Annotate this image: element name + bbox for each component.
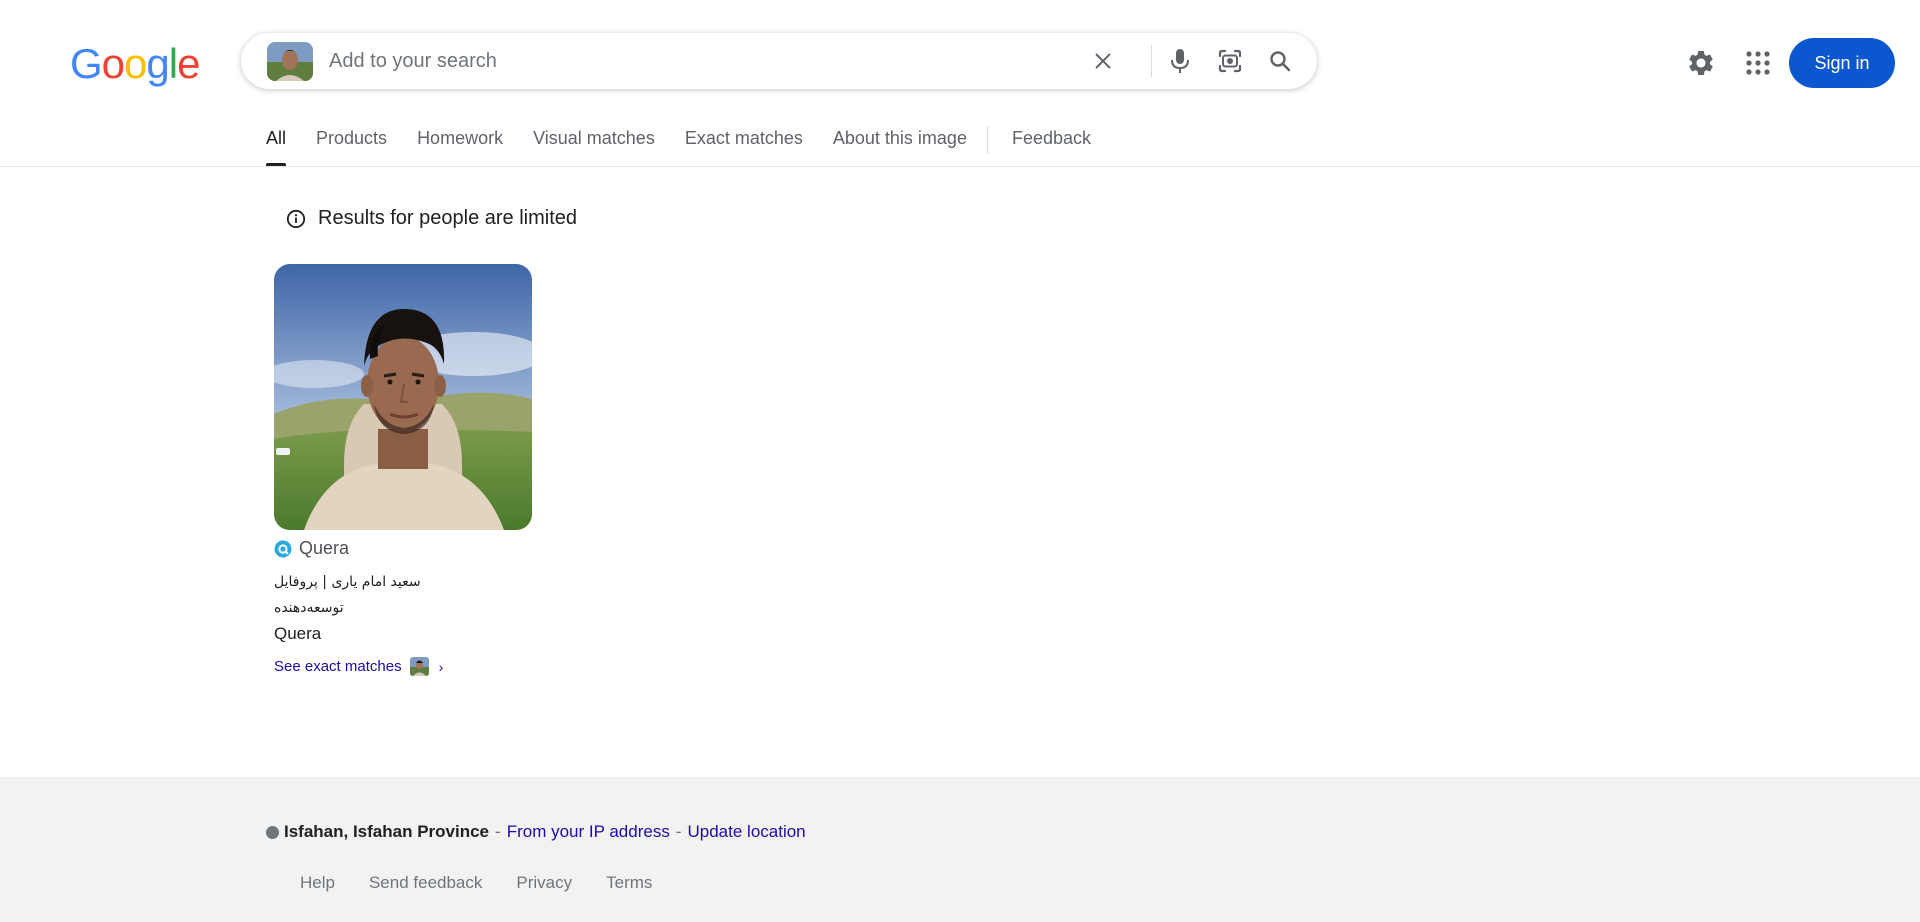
tab-exact-matches[interactable]: Exact matches (685, 112, 803, 166)
logo-letter: o (124, 40, 147, 87)
location-separator: - (675, 822, 682, 841)
tabs-divider (0, 166, 1920, 167)
result-title-link[interactable]: سعید امام یاری | پروفایل توسعه‌دهنده Que… (274, 569, 532, 647)
tab-all[interactable]: All (266, 112, 287, 166)
result-image[interactable] (274, 264, 532, 530)
location-place: Isfahan, Isfahan Province (284, 822, 490, 841)
notice-text: Results for people are limited (318, 207, 578, 229)
footer-links: Help Send feedback Privacy Terms (300, 873, 686, 893)
search-box[interactable] (241, 33, 1317, 89)
update-location-link[interactable]: Update location (688, 822, 806, 842)
source-name: Quera (299, 538, 350, 558)
tab-homework[interactable]: Homework (417, 112, 503, 166)
exact-matches-label: See exact matches (274, 658, 402, 675)
result-title-site: Quera (274, 624, 322, 643)
search-input[interactable] (326, 41, 1026, 81)
people-results-notice: Results for people are limited (286, 207, 577, 230)
chevron-right-icon: › (438, 658, 444, 675)
footer-link-terms[interactable]: Terms (606, 873, 652, 893)
tab-products[interactable]: Products (316, 112, 387, 166)
result-source[interactable]: Quera (274, 538, 532, 559)
logo-letter: o (101, 40, 125, 87)
result-tabs: All Products Homework Visual matches Exa… (266, 112, 1121, 166)
tab-feedback[interactable]: Feedback (1012, 112, 1091, 166)
result-card[interactable]: Quera سعید امام یاری | پروفایل توسعه‌دهن… (274, 264, 532, 676)
location-separator: - (495, 822, 501, 841)
footer-link-privacy[interactable]: Privacy (516, 873, 572, 893)
logo-letter: G (70, 40, 103, 87)
tab-divider (986, 126, 988, 154)
search-divider (1151, 45, 1152, 77)
sign-in-button[interactable]: Sign in (1789, 38, 1895, 88)
logo-letter: l (168, 40, 178, 87)
quera-favicon-icon (274, 540, 292, 557)
footer-link-send-feedback[interactable]: Send feedback (369, 873, 482, 893)
microphone-icon[interactable] (1166, 47, 1194, 75)
location-bar: Isfahan, Isfahan Province - From your IP… (266, 822, 806, 842)
footer-link-help[interactable]: Help (300, 873, 335, 893)
result-title-persian: سعید امام یاری | پروفایل توسعه‌دهنده (274, 574, 421, 616)
query-image-thumbnail[interactable] (267, 42, 313, 81)
location-source-link[interactable]: From your IP address (507, 822, 670, 842)
clear-icon[interactable] (1089, 47, 1117, 75)
google-logo[interactable]: Google (70, 40, 200, 88)
lens-icon[interactable] (1216, 47, 1244, 75)
exact-match-thumbnail (409, 657, 429, 676)
logo-letter: e (177, 40, 200, 87)
tab-about-this-image[interactable]: About this image (833, 112, 967, 166)
settings-gear-icon[interactable] (1686, 48, 1716, 78)
logo-letter: g (146, 40, 169, 87)
tab-visual-matches[interactable]: Visual matches (533, 112, 655, 166)
apps-grid-icon[interactable] (1745, 50, 1771, 76)
location-dot-icon (266, 825, 279, 839)
see-exact-matches-link[interactable]: See exact matches › (274, 657, 532, 676)
header: Google Add to your search Sign in (0, 0, 1920, 124)
search-icon[interactable] (1266, 47, 1294, 75)
footer: Isfahan, Isfahan Province - From your IP… (0, 777, 1920, 922)
info-icon[interactable] (286, 209, 306, 229)
